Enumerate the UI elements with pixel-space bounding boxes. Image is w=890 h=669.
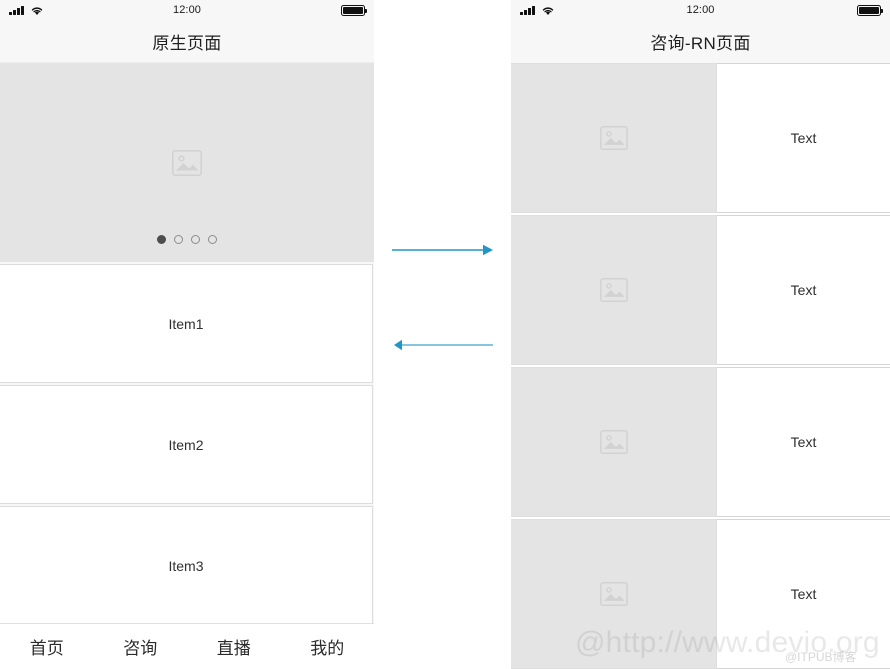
- image-placeholder-icon: [599, 430, 628, 454]
- rn-feed-list: Text Text Text Text: [511, 63, 890, 669]
- list-item-label: Item1: [168, 315, 204, 332]
- carousel-dot-2[interactable]: [174, 235, 183, 244]
- feed-text-label: Text: [790, 282, 817, 298]
- native-list: Item1 Item2 Item3: [0, 262, 374, 625]
- feed-body: Text: [717, 63, 890, 213]
- feed-row[interactable]: Text: [511, 63, 890, 213]
- carousel-dots[interactable]: [0, 235, 374, 244]
- carousel-dot-1[interactable]: [157, 235, 166, 244]
- image-placeholder-icon: [599, 582, 628, 606]
- native-page-phone: 12:00 原生页面 Item1 Item2 Item3 首页 咨询 直播 我的: [0, 0, 374, 669]
- feed-row[interactable]: Text: [511, 215, 890, 365]
- feed-row[interactable]: Text: [511, 367, 890, 517]
- list-item[interactable]: Item3: [0, 506, 373, 625]
- list-item[interactable]: Item2: [0, 385, 373, 504]
- feed-text-label: Text: [790, 586, 817, 602]
- feed-text-label: Text: [790, 434, 817, 450]
- feed-thumbnail: [511, 367, 717, 517]
- arrow-left-icon: [394, 339, 494, 351]
- image-placeholder-icon: [599, 278, 628, 302]
- status-bar-right: 12:00: [511, 0, 890, 20]
- image-placeholder-icon: [172, 149, 202, 176]
- status-bar-right-icons: [341, 4, 367, 16]
- status-bar-right-icons: [857, 4, 883, 16]
- tab-live[interactable]: 直播: [187, 634, 281, 659]
- list-item[interactable]: Item1: [0, 264, 373, 383]
- feed-thumbnail: [511, 63, 717, 213]
- tab-mine[interactable]: 我的: [281, 634, 375, 659]
- rn-page-phone: 12:00 咨询-RN页面 Text Text Text Text: [511, 0, 890, 669]
- page-title: 咨询-RN页面: [650, 34, 751, 53]
- carousel-dot-4[interactable]: [208, 235, 217, 244]
- battery-full-icon: [341, 4, 367, 16]
- battery-full-icon: [857, 4, 883, 16]
- tab-consult[interactable]: 咨询: [94, 634, 188, 659]
- connector-arrows: [374, 0, 511, 669]
- status-time: 12:00: [172, 4, 202, 16]
- nav-bar-right: 咨询-RN页面: [511, 20, 890, 63]
- page-title: 原生页面: [152, 33, 222, 53]
- list-item-label: Item3: [168, 557, 204, 574]
- bottom-tab-bar: 首页 咨询 直播 我的: [0, 623, 374, 669]
- feed-thumbnail: [511, 215, 717, 365]
- nav-bar-left: 原生页面: [0, 20, 374, 62]
- status-time: 12:00: [686, 4, 715, 16]
- feed-text-label: Text: [790, 130, 817, 146]
- screenshot-stage: 12:00 原生页面 Item1 Item2 Item3 首页 咨询 直播 我的…: [0, 0, 890, 669]
- tab-home[interactable]: 首页: [0, 634, 94, 659]
- watermark-secondary: @ITPUB博客: [785, 650, 857, 664]
- feed-body: Text: [717, 367, 890, 517]
- list-item-label: Item2: [168, 436, 204, 453]
- arrow-right-icon: [391, 244, 494, 256]
- status-bar-left: 12:00: [0, 0, 374, 20]
- image-placeholder-icon: [599, 126, 628, 150]
- feed-body: Text: [717, 215, 890, 365]
- banner-carousel[interactable]: [0, 62, 374, 262]
- carousel-dot-3[interactable]: [191, 235, 200, 244]
